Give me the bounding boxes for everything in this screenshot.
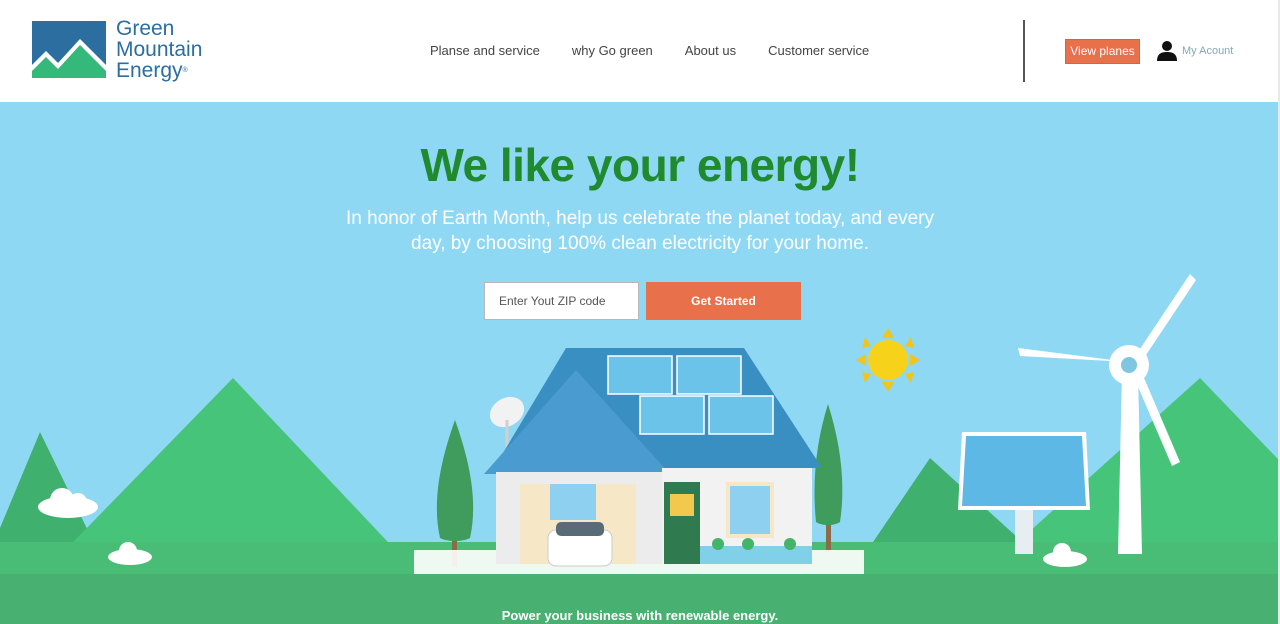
get-started-button[interactable]: Get Started bbox=[646, 282, 801, 320]
house-icon bbox=[414, 348, 864, 574]
user-icon bbox=[1157, 41, 1177, 61]
site-header: Green Mountain Energy® Planse and servic… bbox=[0, 0, 1280, 102]
zip-code-input[interactable] bbox=[484, 282, 639, 320]
logo-line-2: Mountain bbox=[116, 38, 203, 61]
hero-headline: We like your energy! bbox=[420, 139, 860, 191]
business-band-text: Power your business with renewable energ… bbox=[501, 608, 779, 623]
my-account-link[interactable]: My Acount bbox=[1156, 40, 1233, 62]
nav-plans-service[interactable]: Planse and service bbox=[414, 42, 556, 60]
nav-about-us[interactable]: About us bbox=[669, 42, 752, 60]
brand-logo[interactable]: Green Mountain Energy® bbox=[32, 18, 232, 84]
my-account-label: My Acount bbox=[1182, 45, 1234, 57]
tree-icon bbox=[814, 404, 843, 552]
mountain-logo-icon bbox=[32, 21, 106, 78]
nav-why-go-green[interactable]: why Go green bbox=[556, 42, 669, 60]
business-band: Power your business with renewable energ… bbox=[0, 574, 1280, 624]
nav-customer-service[interactable]: Customer service bbox=[752, 42, 885, 60]
sun-icon bbox=[856, 328, 920, 392]
logo-line-1: Green bbox=[116, 17, 175, 40]
brand-wordmark: Green Mountain Energy® bbox=[116, 18, 202, 81]
hero-section: We like your energy! In honor of Earth M… bbox=[0, 102, 1280, 576]
logo-line-3: Energy bbox=[116, 59, 183, 82]
hero-subline: In honor of Earth Month, help us celebra… bbox=[346, 208, 934, 254]
view-plans-button[interactable]: View planes bbox=[1065, 39, 1140, 64]
header-divider bbox=[1023, 20, 1025, 82]
main-nav: Planse and service why Go green About us… bbox=[414, 42, 885, 60]
registered-mark: ® bbox=[182, 67, 188, 74]
